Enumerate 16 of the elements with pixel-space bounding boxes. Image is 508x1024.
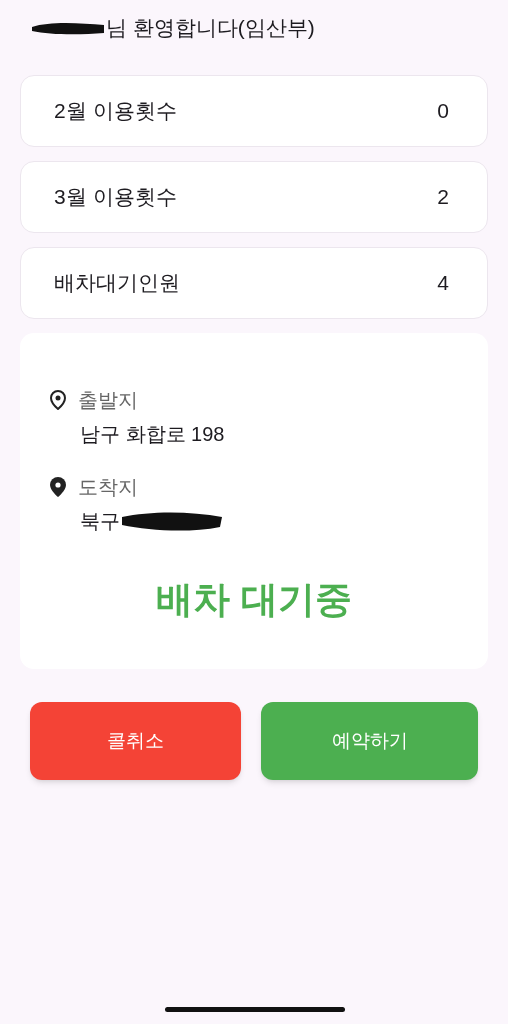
place-label: 출발지 — [78, 388, 138, 413]
stat-label: 배차대기인원 — [54, 270, 180, 297]
stat-value: 2 — [437, 184, 449, 211]
stat-label: 2월 이용횟수 — [54, 98, 177, 125]
stat-value: 4 — [437, 270, 449, 297]
location-pin-icon — [50, 477, 66, 497]
address-text: 남구 화합로 198 — [80, 422, 225, 447]
stat-value: 0 — [437, 98, 449, 125]
cancel-call-button[interactable]: 콜취소 — [30, 702, 241, 780]
status-text: 배차 대기중 — [156, 578, 352, 622]
location-pin-icon — [50, 390, 66, 410]
reserve-button[interactable]: 예약하기 — [261, 702, 478, 780]
stat-label: 3월 이용횟수 — [54, 184, 177, 211]
address-text: 북구 — [80, 509, 120, 534]
greeting-text: 님 환영합니다(임산부) — [106, 15, 315, 42]
place-label: 도착지 — [78, 475, 138, 500]
